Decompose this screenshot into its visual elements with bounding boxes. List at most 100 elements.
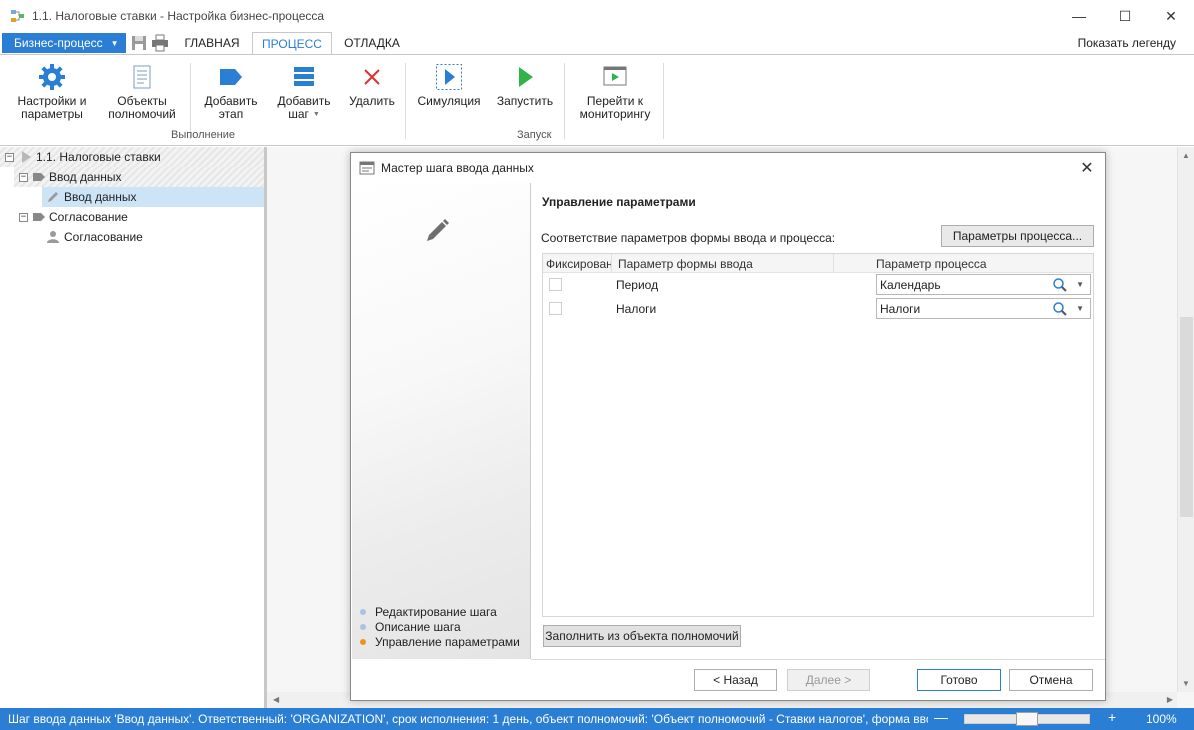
zoom-slider[interactable] [964, 712, 1090, 726]
add-stage-button[interactable]: Добавить этап [196, 63, 266, 121]
tab-process[interactable]: ПРОЦЕСС [252, 32, 332, 55]
fixed-checkbox[interactable] [549, 278, 562, 291]
chevron-down-icon[interactable]: ▼ [1076, 280, 1084, 289]
simulation-button[interactable]: Симуляция [414, 63, 484, 108]
ribbon-separator [564, 63, 565, 139]
ribbon-separator [405, 63, 406, 139]
zoom-out-button[interactable]: — [934, 709, 948, 725]
process-param-combo[interactable]: Налоги ▼ [876, 298, 1091, 319]
show-legend-button[interactable]: Показать легенду [1078, 36, 1176, 50]
window-title: 1.1. Налоговые ставки - Настройка бизнес… [32, 9, 325, 23]
ribbon-separator [190, 63, 191, 139]
next-button[interactable]: Далее > [787, 669, 870, 691]
close-window-button[interactable]: ✕ [1148, 0, 1194, 32]
tab-debug[interactable]: ОТЛАДКА [334, 32, 410, 54]
add-step-button[interactable]: Добавить шаг ▼ [270, 63, 338, 121]
process-parameters-button[interactable]: Параметры процесса... [941, 225, 1094, 247]
vertical-scrollbar[interactable]: ▲ ▼ [1177, 147, 1194, 692]
add-step-label-row: шаг ▼ [288, 108, 320, 121]
zoom-slider-thumb[interactable] [1016, 712, 1038, 726]
tree-item-stage-input[interactable]: − Ввод данных [14, 167, 264, 187]
fill-from-authority-object-button[interactable]: Заполнить из объекта полномочий [543, 625, 741, 647]
authority-objects-button[interactable]: Объекты полномочий [102, 63, 182, 121]
section-title: Управление параметрами [542, 195, 696, 209]
wizard-step-description: Описание шага [360, 619, 520, 634]
tree-item-root[interactable]: − 1.1. Налоговые ставки [0, 147, 264, 167]
table-row: Налоги Налоги ▼ [543, 297, 1093, 321]
cancel-button[interactable]: Отмена [1009, 669, 1093, 691]
wizard-step-parameters: Управление параметрами [360, 634, 520, 649]
monitor-icon [603, 66, 627, 86]
wizard-step-parameters-label: Управление параметрами [375, 634, 520, 649]
search-icon[interactable] [1052, 301, 1068, 317]
wizard-step-description-label: Описание шага [375, 619, 461, 634]
process-tree: − 1.1. Налоговые ставки − Ввод данных Вв… [0, 147, 264, 708]
scrollbar-thumb[interactable] [1180, 317, 1193, 517]
chevron-right-icon[interactable]: ▶ [1167, 695, 1173, 704]
business-process-menu-button[interactable]: Бизнес-процесс ▼ [2, 33, 126, 53]
collapse-toggle[interactable]: − [19, 172, 28, 182]
chevron-down-icon[interactable]: ▼ [1076, 304, 1084, 313]
process-param-value: Календарь [880, 278, 941, 292]
user-icon [47, 231, 59, 243]
ribbon-tabs: Бизнес-процесс ▼ ГЛАВНАЯ ПРОЦЕСС ОТЛАДКА… [0, 32, 1194, 55]
go-to-monitoring-button[interactable]: Перейти к мониторингу [572, 63, 658, 121]
wizard-step-edit-label: Редактирование шага [375, 604, 497, 619]
column-header-form-param[interactable]: Параметр формы ввода [618, 257, 753, 271]
collapse-toggle[interactable]: − [19, 212, 28, 222]
done-button[interactable]: Готово [917, 669, 1001, 691]
dialog-title-bar: Мастер шага ввода данных ✕ [351, 153, 1105, 183]
column-header-process-param[interactable]: Параметр процесса [876, 257, 987, 271]
form-param-cell: Период [616, 278, 659, 292]
back-button[interactable]: < Назад [694, 669, 777, 691]
run-button[interactable]: Запустить [492, 63, 558, 108]
column-header-fixed[interactable]: Фиксирован [546, 257, 613, 271]
step-indicator-icon [360, 623, 366, 630]
tree-item-step-input-label: Ввод данных [64, 190, 137, 204]
tree-item-stage-approval[interactable]: − Согласование [14, 207, 264, 227]
wizard-step-edit: Редактирование шага [360, 604, 520, 619]
chevron-left-icon[interactable]: ◀ [273, 695, 279, 704]
form-param-cell: Налоги [616, 302, 657, 316]
chevron-up-icon[interactable]: ▲ [1182, 151, 1190, 160]
save-icon[interactable] [130, 34, 148, 52]
search-icon[interactable] [1052, 277, 1068, 293]
zoom-in-button[interactable]: + [1108, 709, 1116, 725]
step-indicator-icon [360, 608, 366, 615]
data-input-step-wizard: Мастер шага ввода данных ✕ Редактировани… [350, 152, 1106, 701]
minimize-button[interactable]: — [1056, 0, 1102, 32]
chevron-down-icon: ▼ [110, 38, 119, 48]
tab-main[interactable]: ГЛАВНАЯ [174, 32, 250, 54]
group-execution-label: Выполнение [171, 129, 236, 141]
settings-label-2: параметры [21, 107, 83, 121]
wizard-sidebar: Редактирование шага Описание шага Управл… [352, 183, 531, 659]
tree-item-stage-approval-label: Согласование [49, 210, 128, 224]
title-bar: 1.1. Налоговые ставки - Настройка бизнес… [0, 0, 1194, 32]
chevron-down-icon[interactable]: ▼ [1182, 679, 1190, 688]
fixed-checkbox[interactable] [549, 302, 562, 315]
print-icon[interactable] [151, 34, 169, 52]
delete-button[interactable]: Удалить [344, 63, 400, 108]
maximize-button[interactable]: ☐ [1102, 0, 1148, 32]
simulation-label: Симуляция [417, 94, 481, 108]
mapping-label: Соответствие параметров формы ввода и пр… [541, 231, 836, 245]
simulation-icon [436, 64, 462, 90]
zoom-level: 100% [1146, 712, 1177, 726]
window-icon [359, 161, 375, 175]
stage-icon [220, 69, 242, 85]
tree-item-root-label: 1.1. Налоговые ставки [36, 150, 161, 164]
authority-objects-label-2: полномочий [108, 107, 176, 121]
parameters-grid: Фиксирован Параметр формы ввода Параметр… [542, 253, 1094, 617]
business-process-menu-label: Бизнес-процесс [14, 36, 103, 50]
process-param-combo[interactable]: Календарь ▼ [876, 274, 1091, 295]
pencil-icon [48, 192, 58, 202]
dialog-close-button[interactable]: ✕ [1075, 157, 1099, 179]
document-icon [133, 65, 151, 89]
settings-button[interactable]: Настройки и параметры [12, 63, 92, 121]
tree-item-step-approval[interactable]: Согласование [42, 227, 264, 247]
collapse-toggle[interactable]: − [5, 152, 14, 162]
add-step-label-2: шаг [288, 107, 309, 121]
tree-item-step-input[interactable]: Ввод данных [42, 187, 264, 207]
wizard-content: Управление параметрами Соответствие пара… [531, 183, 1105, 659]
grid-header: Фиксирован Параметр формы ввода Параметр… [543, 254, 1093, 273]
